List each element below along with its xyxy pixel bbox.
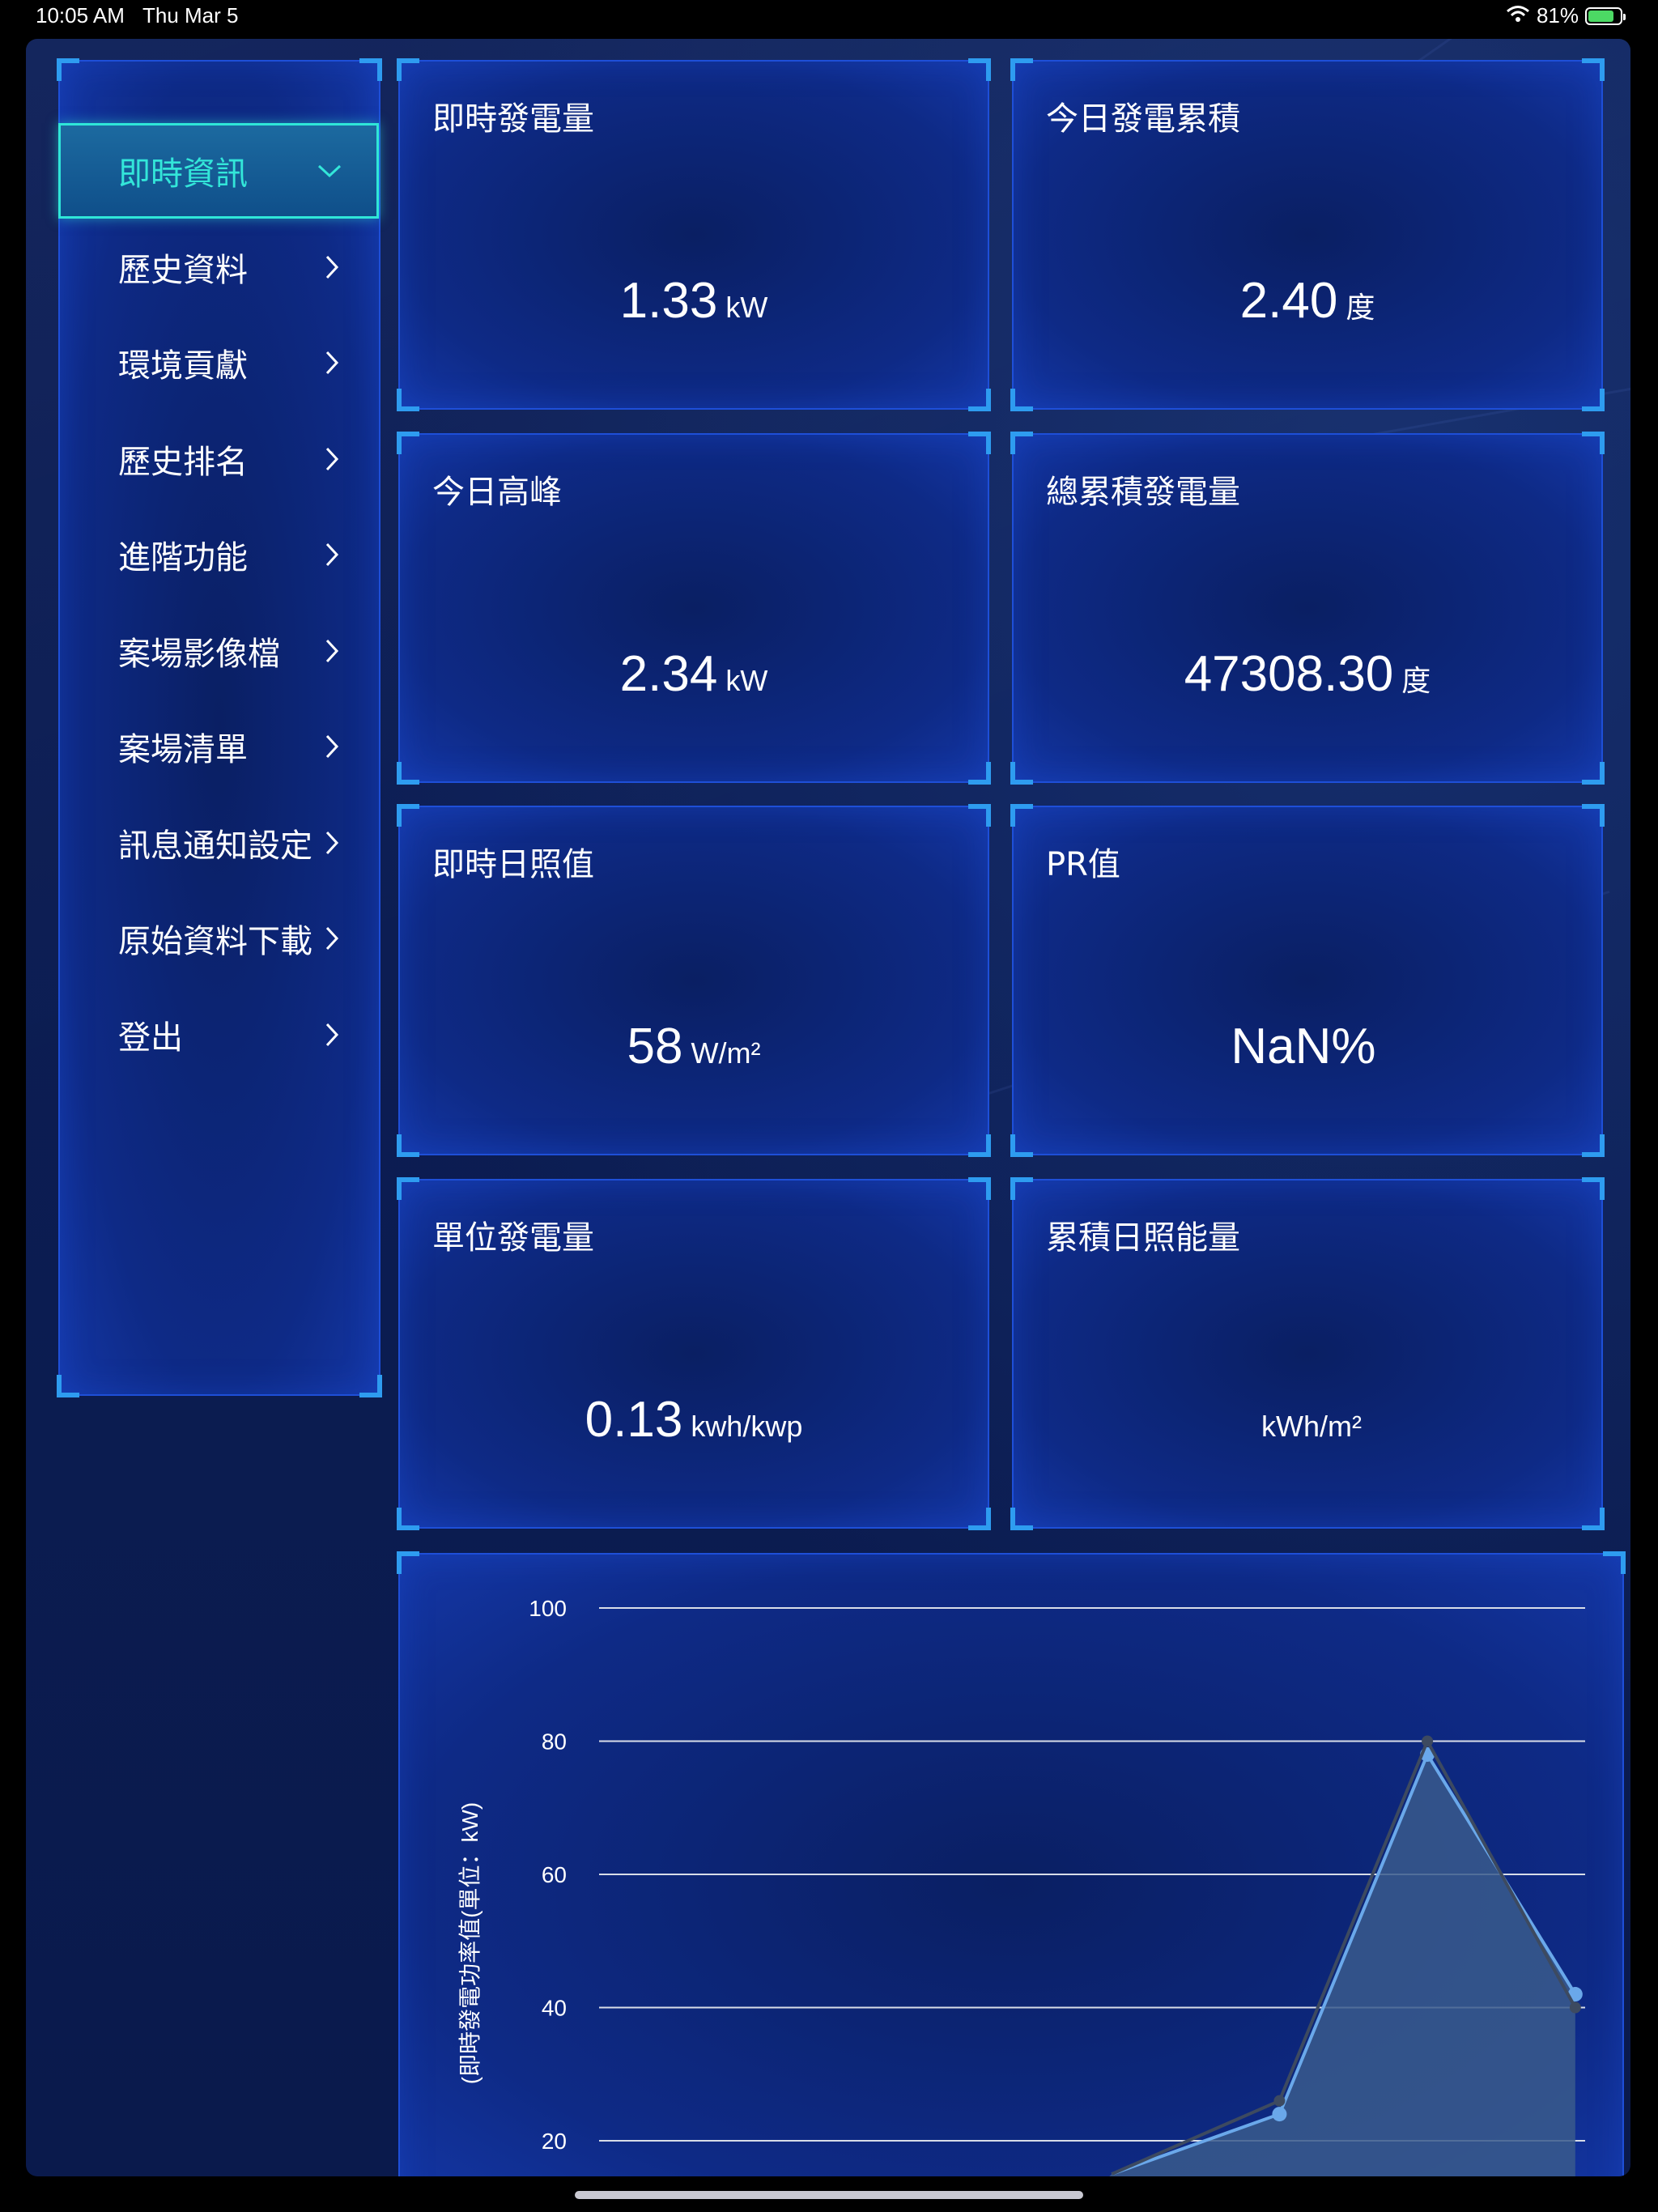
card-value-unit: W/m² (691, 1036, 761, 1070)
menu-item-advanced-features[interactable]: 進階功能 (58, 507, 379, 602)
card-value-unit: 度 (1346, 291, 1375, 324)
chevron-right-icon (317, 828, 346, 857)
card-value-number: 2.40 (1239, 273, 1338, 329)
card-value-number: 47308.30 (1184, 645, 1394, 702)
total-energy-card: 總累積發電量 47308.30 度 (1010, 431, 1605, 785)
chevron-right-icon (317, 732, 346, 761)
card-title: 單位發電量 (432, 1219, 594, 1257)
menu-item-realtime-info[interactable]: 即時資訊 (58, 123, 379, 219)
chevron-right-icon (317, 445, 346, 474)
irradiance-card: 即時日照值 58 W/m² (397, 804, 991, 1157)
card-value-unit: kwh/kwp (691, 1409, 803, 1443)
chevron-right-icon (317, 253, 346, 282)
menu-item-label: 即時資訊 (118, 155, 248, 193)
status-bar: 10:05 AM Thu Mar 5 81% (0, 0, 1658, 36)
chevron-down-icon (315, 156, 344, 185)
card-value: 58 W/m² (400, 1018, 988, 1075)
menu-item-label: 訊息通知設定 (118, 827, 312, 865)
card-title: 即時日照值 (432, 846, 594, 883)
card-value: 2.40 度 (1014, 272, 1601, 330)
chevron-right-icon (317, 348, 346, 377)
menu-item-label: 案場清單 (118, 731, 248, 768)
menu-item-logout[interactable]: 登出 (58, 987, 379, 1083)
app-window: 即時資訊歷史資料環境貢獻歷史排名進階功能案場影像檔案場清單訊息通知設定 原始資料下… (26, 39, 1630, 2176)
status-date: Thu Mar 5 (142, 3, 239, 28)
y-tick-label: 60 (542, 1862, 567, 1887)
today-peak-card: 今日高峰 2.34 kW (397, 431, 991, 785)
battery-fill (1588, 10, 1613, 22)
chevron-right-icon (317, 1020, 346, 1049)
card-value-number: 58 (627, 1019, 683, 1074)
card-value-unit: 度 (1401, 663, 1431, 697)
pr-value-card: PR值 NaN% (1010, 804, 1605, 1157)
chevron-right-icon (317, 924, 346, 953)
card-title: 總累積發電量 (1046, 473, 1240, 511)
menu-item-label: 案場影像檔 (118, 635, 280, 673)
chevron-right-icon (317, 636, 346, 666)
menu-item-label: 環境貢獻 (118, 347, 248, 385)
menu-item-notification-settings[interactable]: 訊息通知設定 (58, 795, 379, 891)
irradiation-energy-card: 累積日照能量 kWh/m² (1010, 1176, 1605, 1530)
status-time: 10:05 AM (36, 3, 125, 28)
card-value-number: NaN% (1231, 1019, 1376, 1074)
card-value-unit: kWh/m² (1261, 1409, 1362, 1443)
card-value: 47308.30 度 (1014, 645, 1601, 703)
home-indicator[interactable] (575, 2191, 1083, 2199)
y-tick-label: 40 (542, 1996, 567, 2021)
series-area (1109, 1754, 1575, 2176)
y-axis-label: (即時發電功率值(單位：kW) (457, 1802, 483, 2084)
card-value-number: 2.34 (619, 645, 718, 702)
menu-item-label: 登出 (118, 1019, 183, 1057)
status-indicators: 81% (1506, 3, 1626, 28)
card-value-number: 0.13 (585, 1391, 683, 1448)
menu-item-site-list[interactable]: 案場清單 (58, 699, 379, 794)
menu-item-label: 歷史排名 (118, 443, 248, 481)
menu-item-raw-data-download[interactable]: 原始資料下載 (58, 891, 379, 986)
menu-item-label: 進階功能 (118, 539, 248, 576)
card-value: 0.13 kwh/kwp (400, 1391, 988, 1448)
card-value-number: 1.33 (619, 273, 718, 329)
card-title: 累積日照能量 (1046, 1219, 1240, 1257)
card-value-unit: kW (725, 291, 768, 324)
power-chart-panel: 20 40 60 80 100 (即時發電功率值(單位：kW) (397, 1551, 1626, 2176)
unit-energy-card: 單位發電量 0.13 kwh/kwp (397, 1176, 991, 1530)
data-point[interactable] (1272, 2107, 1287, 2122)
menu-item-history-data[interactable]: 歷史資料 (58, 219, 379, 315)
data-point[interactable] (1422, 1735, 1434, 1747)
data-point[interactable] (1273, 2095, 1286, 2107)
power-chart: 20 40 60 80 100 (即時發電功率值(單位：kW) (457, 1596, 1585, 2176)
card-value: kWh/m² (1014, 1391, 1601, 1448)
card-value: 1.33 kW (400, 272, 988, 330)
menu-item-history-ranking[interactable]: 歷史排名 (58, 411, 379, 507)
card-value: NaN% (1014, 1018, 1601, 1075)
card-title: PR值 (1046, 846, 1120, 883)
y-tick-label: 20 (542, 2129, 567, 2154)
today-energy-card: 今日發電累積 2.40 度 (1010, 58, 1605, 411)
menu-item-label: 原始資料下載 (118, 923, 312, 960)
card-title: 今日高峰 (432, 473, 562, 511)
battery-icon (1585, 6, 1626, 25)
battery-percent: 81% (1536, 3, 1579, 28)
card-value-unit: kW (725, 663, 768, 697)
realtime-power-card: 即時發電量 1.33 kW (397, 58, 991, 411)
data-point[interactable] (1569, 2001, 1581, 2014)
y-tick-label: 80 (542, 1729, 567, 1755)
wifi-icon (1506, 3, 1530, 28)
y-tick-label: 100 (529, 1596, 567, 1621)
chevron-right-icon (317, 540, 346, 569)
card-title: 即時發電量 (432, 100, 594, 138)
menu-item-label: 歷史資料 (118, 251, 248, 289)
card-value: 2.34 kW (400, 645, 988, 703)
menu-item-environment-contribution[interactable]: 環境貢獻 (58, 315, 379, 410)
card-title: 今日發電累積 (1046, 100, 1240, 138)
menu-item-site-images[interactable]: 案場影像檔 (58, 603, 379, 699)
